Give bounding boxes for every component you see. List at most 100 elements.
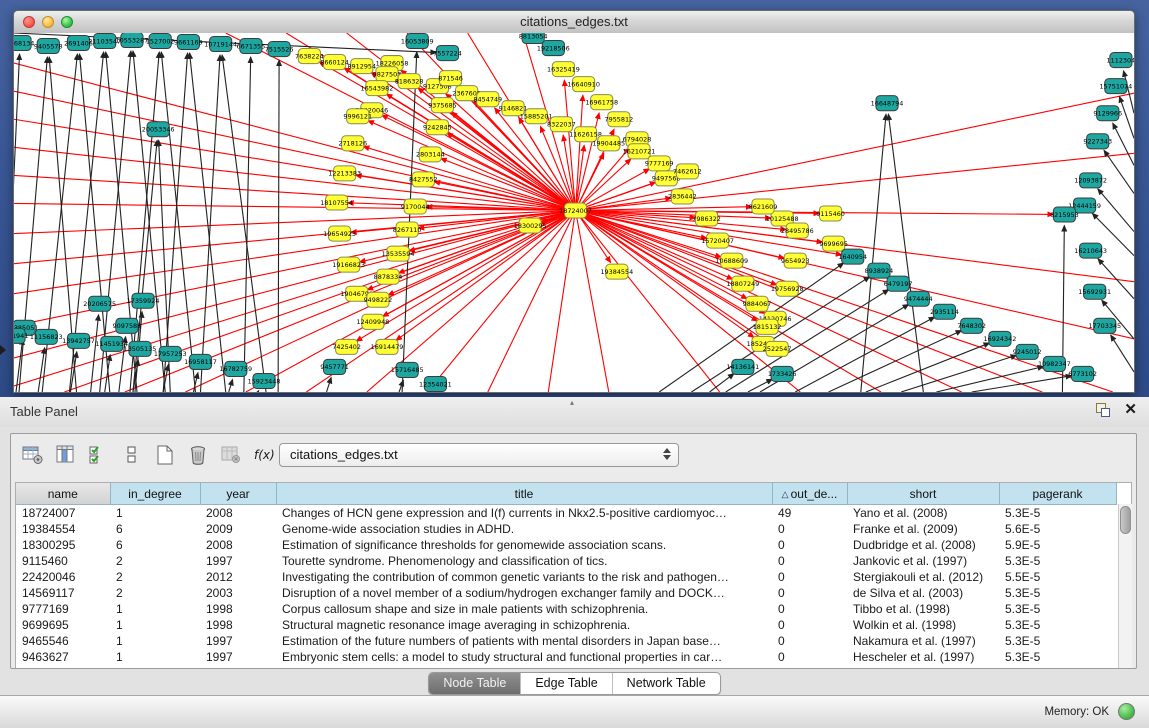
graph-node[interactable]: 1527002 — [146, 34, 175, 49]
table-cell[interactable]: 19384554 — [16, 521, 110, 537]
citation-network-graph[interactable]: 1668134940557826914062110354710553287152… — [14, 33, 1134, 392]
graph-node[interactable]: 15716485 — [391, 362, 424, 377]
table-cell[interactable]: 1997 — [200, 633, 276, 649]
graph-node[interactable]: 9245012 — [1013, 344, 1042, 359]
graph-node[interactable]: 6479197 — [884, 276, 913, 291]
table-cell[interactable]: 2 — [110, 569, 200, 585]
table-columns-icon[interactable] — [54, 443, 78, 467]
citation-edge-red[interactable] — [14, 147, 576, 210]
tab-edge-table[interactable]: Edge Table — [521, 673, 612, 694]
table-cell[interactable]: Tourette syndrome. Phenomenology and cla… — [276, 553, 772, 569]
graph-node[interactable]: 7648302 — [957, 318, 986, 333]
table-cell[interactable]: 1998 — [200, 617, 276, 633]
table-cell[interactable]: 2 — [110, 585, 200, 601]
table-cell[interactable]: 0 — [772, 617, 847, 633]
table-cell[interactable]: 5.3E-5 — [999, 649, 1116, 665]
table-cell[interactable]: 2008 — [200, 537, 276, 553]
graph-node[interactable]: 8322037 — [547, 117, 576, 132]
table-cell[interactable]: Dudbridge et al. (2008) — [847, 537, 999, 553]
table-cell[interactable]: 9463627 — [16, 649, 110, 665]
table-row[interactable]: 969969511998Structural magnetic resonanc… — [16, 617, 1116, 633]
function-builder-icon[interactable]: f(x) — [252, 443, 276, 467]
table-cell[interactable]: Disruption of a novel member of a sodium… — [276, 585, 772, 601]
graph-node[interactable]: 2803144 — [416, 147, 445, 162]
graph-node[interactable]: 10719144 — [204, 37, 237, 52]
column-header-short[interactable]: short — [847, 483, 999, 505]
table-cell[interactable]: 1998 — [200, 601, 276, 617]
table-cell[interactable]: 49 — [772, 505, 847, 522]
table-cell[interactable]: 22420046 — [16, 569, 110, 585]
table-cell[interactable]: 5.3E-5 — [999, 633, 1116, 649]
graph-node[interactable]: 7462612 — [673, 164, 702, 179]
delete-trash-icon[interactable] — [186, 443, 210, 467]
table-row[interactable]: 911546021997Tourette syndrome. Phenomeno… — [16, 553, 1116, 569]
column-header-in_degree[interactable]: in_degree — [110, 483, 200, 505]
table-row[interactable]: 977716911998Corpus callosum shape and si… — [16, 601, 1116, 617]
graph-node[interactable]: 9115460 — [816, 206, 845, 221]
graph-node[interactable]: 15751074 — [1099, 79, 1132, 94]
column-header-title[interactable]: title — [276, 483, 772, 505]
table-row[interactable]: 1938455462009Genome-wide association stu… — [16, 521, 1116, 537]
graph-node[interactable]: 8215953 — [1050, 207, 1079, 222]
table-cell[interactable]: Jankovic et al. (1997) — [847, 553, 999, 569]
table-cell[interactable]: 0 — [772, 633, 847, 649]
table-cell[interactable]: Yano et al. (2008) — [847, 505, 999, 522]
graph-node[interactable]: 9097588 — [113, 318, 142, 333]
citation-edge-black[interactable] — [258, 391, 259, 392]
graph-node[interactable]: 8660124 — [320, 55, 349, 70]
close-panel-icon[interactable]: ✕ — [1124, 403, 1137, 417]
citation-edge-black[interactable] — [866, 343, 990, 392]
table-cell[interactable]: 14569117 — [16, 585, 110, 601]
citation-edge-red[interactable] — [14, 210, 576, 293]
table-row[interactable]: 946554611997Estimation of the future num… — [16, 633, 1116, 649]
node-table[interactable]: namein_degreeyeartitle△out_de...shortpag… — [15, 482, 1132, 668]
graph-node[interactable]: 16914479 — [371, 339, 404, 354]
graph-node[interactable]: 9129966 — [1093, 106, 1122, 121]
citation-edge-red[interactable] — [14, 203, 576, 210]
table-cell[interactable]: Estimation of the future numbers of pati… — [276, 633, 772, 649]
table-cell[interactable]: 5.3E-5 — [999, 585, 1116, 601]
graph-node[interactable]: 871546 — [438, 71, 463, 86]
table-cell[interactable]: Genome-wide association studies in ADHD. — [276, 521, 772, 537]
citation-edge-red[interactable] — [576, 210, 609, 392]
network-canvas[interactable]: 1668134940557826914062110354710553287152… — [14, 33, 1134, 392]
table-cell[interactable]: 5.3E-5 — [999, 553, 1116, 569]
graph-node[interactable]: 9498222 — [364, 292, 393, 307]
graph-node[interactable]: 16924342 — [984, 331, 1017, 346]
network-table-select[interactable]: citations_edges.txt — [279, 443, 679, 467]
table-settings-icon[interactable] — [21, 443, 45, 467]
table-cell[interactable]: 1 — [110, 617, 200, 633]
table-cell[interactable]: Changes of HCN gene expression and I(f) … — [276, 505, 772, 522]
graph-node[interactable]: 16325419 — [547, 62, 580, 77]
graph-node[interactable]: 20206575 — [83, 296, 116, 311]
graph-node[interactable]: 1640954 — [838, 249, 867, 264]
column-header-year[interactable]: year — [200, 483, 276, 505]
graph-node[interactable]: 9699695 — [819, 236, 848, 251]
table-cell[interactable]: 1 — [110, 633, 200, 649]
graph-node[interactable]: 16543982 — [361, 81, 394, 96]
graph-node[interactable]: 15692931 — [1078, 284, 1111, 299]
citation-edge-black[interactable] — [229, 379, 233, 392]
select-all-check-icon[interactable] — [87, 443, 111, 467]
graph-node[interactable]: 8938924 — [865, 263, 894, 278]
table-cell[interactable]: 1 — [110, 649, 200, 665]
graph-node[interactable]: 7557224 — [433, 46, 462, 61]
tab-network-table[interactable]: Network Table — [613, 673, 720, 694]
graph-node[interactable]: 1112304 — [1107, 53, 1134, 68]
graph-node[interactable]: 16961758 — [585, 95, 618, 110]
citation-edge-black[interactable] — [972, 376, 1072, 392]
graph-node[interactable]: 9227343 — [1083, 134, 1112, 149]
table-cell[interactable]: 9115460 — [16, 553, 110, 569]
graph-node[interactable]: 13942757 — [62, 333, 95, 348]
graph-node[interactable]: 12354021 — [419, 376, 452, 391]
graph-node[interactable]: 12409948 — [356, 314, 389, 329]
citation-edge-red[interactable] — [368, 121, 576, 211]
graph-node[interactable]: 16648794 — [871, 96, 904, 111]
table-cell[interactable]: 0 — [772, 521, 847, 537]
table-cell[interactable]: 2 — [110, 553, 200, 569]
citation-edge-red[interactable] — [14, 63, 576, 210]
graph-node[interactable]: 2522547 — [763, 341, 792, 356]
table-cell[interactable]: 1 — [110, 505, 200, 522]
table-cell[interactable]: 18300295 — [16, 537, 110, 553]
network-view-window[interactable]: citations_edges.txt 16681349405578269140… — [13, 10, 1135, 393]
